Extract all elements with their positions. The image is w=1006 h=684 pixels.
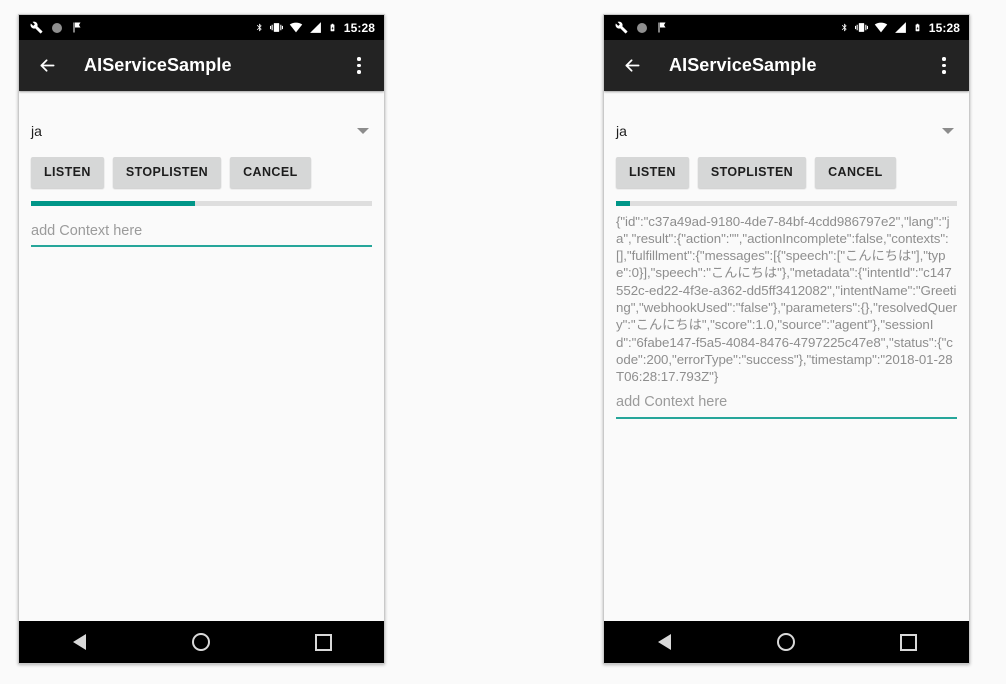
back-button[interactable] <box>32 51 62 81</box>
system-nav-bar <box>604 621 969 663</box>
stop-listen-button[interactable]: STOPLISTEN <box>112 157 222 188</box>
language-spinner-value: ja <box>31 123 42 139</box>
overflow-menu-icon[interactable] <box>346 49 372 83</box>
flag-icon <box>73 22 81 33</box>
context-input-hint: add Context here <box>31 222 143 239</box>
recents-nav-icon <box>314 633 332 651</box>
phone-panel-left: 15:28 AIServiceSample ja LISTEN STOPLIST… <box>18 14 385 664</box>
system-nav-bar <box>19 621 384 663</box>
overflow-dot <box>942 70 946 74</box>
nav-recents-button[interactable] <box>293 625 353 659</box>
language-spinner[interactable]: ja <box>616 118 957 144</box>
app-toolbar: AIServiceSample <box>19 40 384 91</box>
flag-icon <box>658 22 666 33</box>
status-bar-right-icons: 15:28 <box>840 21 960 34</box>
status-bar-right-icons: 15:28 <box>255 21 375 34</box>
screenshot-stage: 15:28 AIServiceSample ja LISTEN STOPLIST… <box>0 0 1006 684</box>
listen-button[interactable]: LISTEN <box>31 157 104 188</box>
status-bar: 15:28 <box>19 15 384 40</box>
chevron-down-icon <box>357 128 369 134</box>
progress-bar <box>616 200 957 206</box>
language-spinner[interactable]: ja <box>31 118 372 144</box>
wrench-icon <box>615 21 628 34</box>
nav-recents-button[interactable] <box>878 625 938 659</box>
status-bar-clock: 15:28 <box>343 20 375 35</box>
action-button-row: LISTEN STOPLISTEN CANCEL <box>31 157 372 188</box>
app-toolbar: AIServiceSample <box>604 40 969 91</box>
overflow-dot <box>357 63 361 68</box>
circle-dot-icon <box>637 22 647 33</box>
back-nav-icon <box>73 634 87 650</box>
context-input[interactable]: add Context here <box>616 394 957 419</box>
nav-back-button[interactable] <box>50 625 110 659</box>
home-nav-icon <box>192 633 211 651</box>
back-nav-icon <box>658 634 672 650</box>
status-bar-left-icons <box>615 21 840 34</box>
overflow-dot <box>357 57 361 61</box>
status-bar-clock: 15:28 <box>928 20 960 35</box>
action-button-row: LISTEN STOPLISTEN CANCEL <box>616 157 957 188</box>
status-bar: 15:28 <box>604 15 969 40</box>
listen-button[interactable]: LISTEN <box>616 157 689 188</box>
phone-panel-right: 15:28 AIServiceSample ja LISTEN STOPLIST… <box>603 14 970 664</box>
context-input[interactable]: add Context here <box>31 223 372 247</box>
overflow-menu-icon[interactable] <box>931 49 957 83</box>
nav-home-button[interactable] <box>756 625 816 659</box>
arrow-back-icon <box>625 59 639 72</box>
main-content: ja LISTEN STOPLISTEN CANCEL add Context … <box>19 91 384 621</box>
battery-charging-icon <box>330 23 335 32</box>
overflow-dot <box>942 63 946 68</box>
nav-back-button[interactable] <box>635 625 695 659</box>
cancel-button[interactable]: CANCEL <box>815 157 896 188</box>
main-content: ja LISTEN STOPLISTEN CANCEL {"id":"c37a4… <box>604 91 969 621</box>
recents-nav-icon <box>899 633 917 651</box>
circle-dot-icon <box>52 22 62 33</box>
progress-bar-fill <box>31 200 195 206</box>
progress-bar <box>31 200 372 206</box>
bluetooth-icon <box>256 23 262 32</box>
wifi-icon <box>874 22 888 33</box>
page-title: AIServiceSample <box>84 55 232 75</box>
home-nav-icon <box>777 633 796 651</box>
vibrate-icon <box>269 23 283 32</box>
result-text: {"id":"c37a49ad-9180-4de7-84bf-4cdd98679… <box>616 213 957 385</box>
wifi-icon <box>289 22 303 33</box>
bluetooth-icon <box>841 23 847 32</box>
signal-icon <box>309 22 321 33</box>
vibrate-icon <box>854 23 868 32</box>
overflow-dot <box>942 57 946 61</box>
back-button[interactable] <box>617 51 647 81</box>
status-bar-left-icons <box>30 21 255 34</box>
signal-icon <box>894 22 906 33</box>
battery-charging-icon <box>915 23 920 32</box>
cancel-button[interactable]: CANCEL <box>230 157 311 188</box>
language-spinner-value: ja <box>616 123 627 139</box>
context-input-hint: add Context here <box>616 394 728 411</box>
page-title: AIServiceSample <box>669 55 817 75</box>
stop-listen-button[interactable]: STOPLISTEN <box>697 157 807 188</box>
progress-bar-fill <box>616 200 630 206</box>
wrench-icon <box>30 21 43 34</box>
nav-home-button[interactable] <box>171 625 231 659</box>
overflow-dot <box>357 70 361 74</box>
arrow-back-icon <box>40 59 54 72</box>
chevron-down-icon <box>942 128 954 134</box>
